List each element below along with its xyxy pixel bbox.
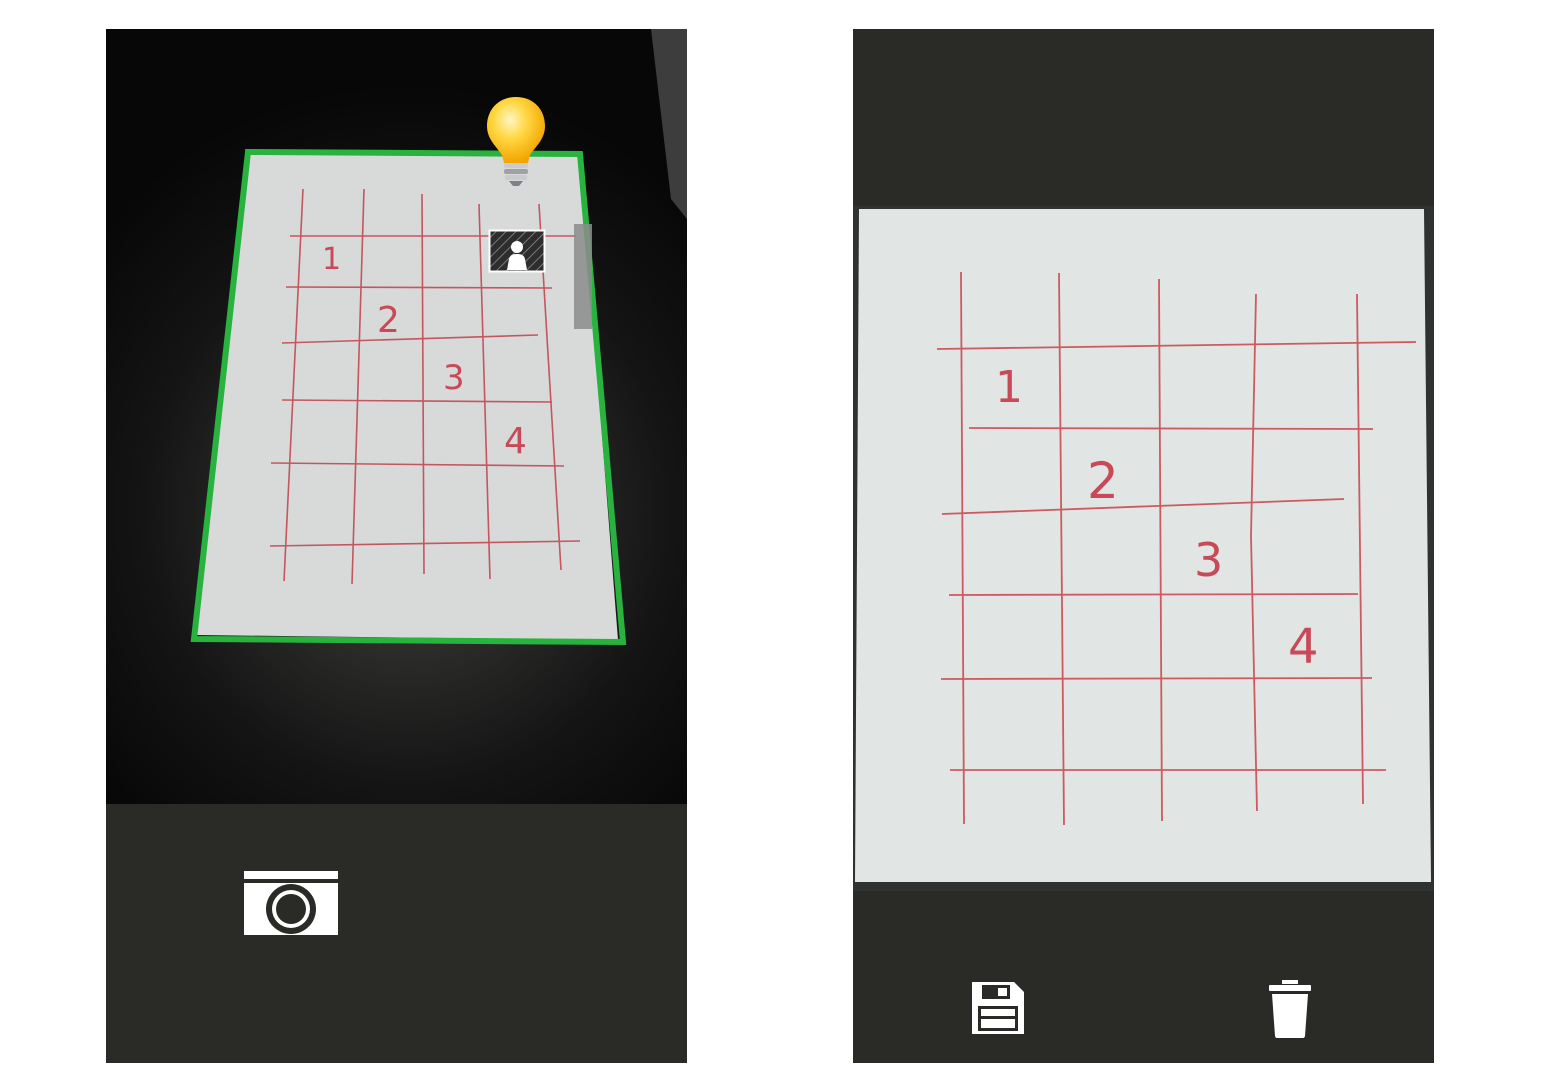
scan-number-2: 2 bbox=[1087, 452, 1119, 510]
background-object bbox=[651, 29, 687, 219]
result-toolbar bbox=[853, 891, 1434, 1063]
camera-screen: 1 2 3 4 bbox=[106, 29, 687, 1063]
camera-toolbar bbox=[106, 804, 687, 1063]
portrait-mode-icon[interactable] bbox=[488, 229, 546, 273]
grid-number-2: 2 bbox=[377, 300, 400, 341]
camera-icon[interactable] bbox=[244, 871, 338, 937]
result-header-area bbox=[853, 29, 1434, 206]
result-screen: 1 2 3 4 bbox=[853, 29, 1434, 1063]
grid-number-4: 4 bbox=[504, 421, 527, 462]
scan-number-1: 1 bbox=[995, 362, 1023, 413]
scan-number-3: 3 bbox=[1194, 533, 1223, 587]
scan-number-4: 4 bbox=[1288, 619, 1319, 675]
paper-sheet bbox=[196, 152, 618, 640]
grid-number-1: 1 bbox=[322, 242, 341, 277]
grid-number-3: 3 bbox=[443, 358, 465, 398]
trash-icon[interactable] bbox=[1268, 980, 1312, 1038]
viewfinder-scene: 1 2 3 4 bbox=[190, 29, 687, 646]
lightbulb-icon[interactable] bbox=[484, 95, 548, 191]
camera-viewfinder: 1 2 3 4 bbox=[106, 29, 687, 804]
floppy-disk-icon[interactable] bbox=[970, 980, 1026, 1036]
side-panel-handle[interactable] bbox=[574, 224, 592, 329]
scanned-document: 1 2 3 4 bbox=[853, 206, 1434, 891]
scanned-page-image: 1 2 3 4 bbox=[853, 206, 1434, 891]
